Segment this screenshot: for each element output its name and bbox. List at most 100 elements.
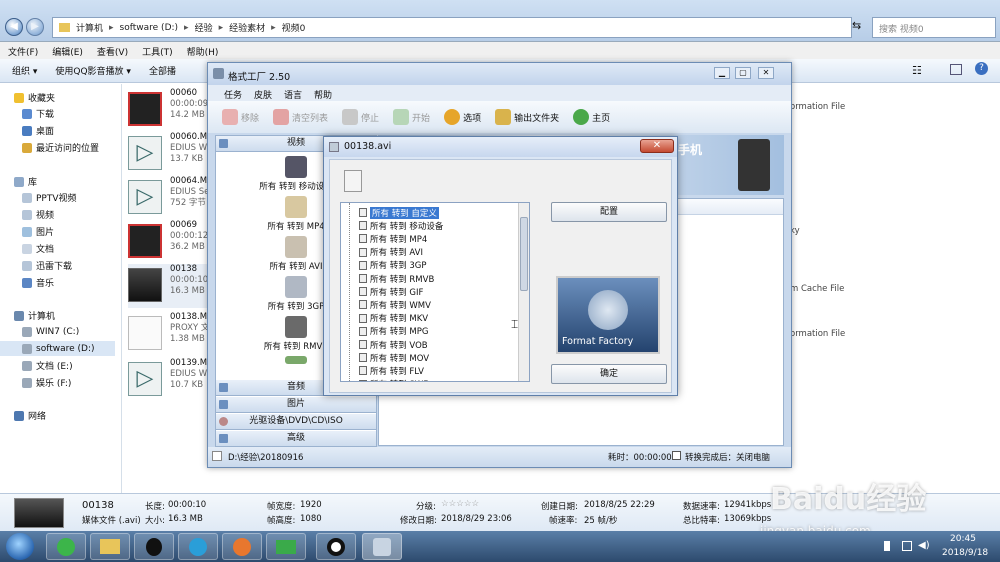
taskbar-recorder[interactable]	[316, 533, 356, 560]
sidebar-item-music[interactable]: 音乐	[22, 275, 54, 290]
options-button[interactable]: 选项	[444, 109, 481, 125]
format-item[interactable]: 所有 转到 FLV	[359, 364, 426, 377]
menu-tools[interactable]: 工具(T)	[142, 45, 173, 58]
breadcrumb-computer[interactable]: 计算机	[76, 21, 103, 34]
sidebar-favorites[interactable]: 收藏夹	[14, 90, 55, 105]
menu-task[interactable]: 任务	[224, 88, 242, 101]
sidebar-drive-c[interactable]: WIN7 (C:)	[22, 324, 79, 339]
preview-pane-icon[interactable]	[950, 64, 962, 75]
format-item[interactable]: 所有 转到 MOV	[359, 351, 431, 364]
output-folder-button[interactable]: 输出文件夹	[495, 109, 559, 125]
refresh-icon[interactable]: ⇆	[852, 19, 861, 32]
format-checkbox[interactable]	[359, 326, 367, 336]
stop-button[interactable]: 停止	[342, 109, 379, 125]
back-button[interactable]: ◀	[5, 18, 23, 36]
search-input[interactable]: 搜索 视频0	[872, 17, 996, 38]
config-button[interactable]: 配置	[551, 202, 667, 222]
homepage-button[interactable]: 主页	[573, 109, 610, 125]
category-advanced[interactable]: 高级	[216, 431, 376, 447]
sidebar-item-desktop[interactable]: 桌面	[22, 123, 54, 138]
format-item[interactable]: 所有 转到 MP4	[359, 232, 429, 245]
breadcrumb-video0[interactable]: 视频0	[282, 21, 306, 34]
format-checkbox[interactable]	[359, 234, 367, 244]
format-checkbox[interactable]	[359, 366, 367, 376]
ok-button[interactable]: 确定	[551, 364, 667, 384]
format-item[interactable]: 所有 转到 GIF	[359, 285, 425, 298]
format-checkbox[interactable]	[359, 287, 367, 297]
category-picture[interactable]: 图片	[216, 397, 376, 413]
close-button[interactable]: ✕	[758, 67, 774, 79]
format-item[interactable]: 所有 转到 移动设备	[359, 219, 445, 232]
sidebar-library[interactable]: 库	[14, 174, 37, 189]
menu-file[interactable]: 文件(F)	[8, 45, 38, 58]
start-button[interactable]: 开始	[393, 109, 430, 125]
format-checkbox[interactable]	[359, 313, 367, 323]
taskbar-360-browser[interactable]	[46, 533, 86, 560]
taskbar-edius[interactable]	[266, 533, 306, 560]
start-button[interactable]	[6, 533, 34, 560]
format-item[interactable]: 所有 转到 WMV	[359, 298, 433, 311]
clear-list-button[interactable]: 清空列表	[273, 109, 328, 125]
help-icon[interactable]: ?	[975, 62, 988, 75]
format-checkbox[interactable]	[359, 221, 367, 231]
maximize-button[interactable]: ▢	[735, 67, 751, 79]
sidebar-network[interactable]: 网络	[14, 408, 46, 423]
menu-edit[interactable]: 编辑(E)	[52, 45, 83, 58]
taskbar-pptv[interactable]	[178, 533, 218, 560]
sidebar-drive-d[interactable]: software (D:)	[0, 341, 115, 356]
taskbar-firefox[interactable]	[222, 533, 262, 560]
format-checkbox[interactable]	[359, 379, 367, 381]
menu-view[interactable]: 查看(V)	[97, 45, 128, 58]
format-checkbox[interactable]	[359, 300, 367, 310]
taskbar-qq[interactable]	[134, 533, 174, 560]
format-item[interactable]: 所有 转到 自定义	[359, 206, 441, 219]
clock-date[interactable]: 2018/9/18	[942, 548, 988, 558]
format-checkbox[interactable]	[359, 340, 367, 349]
address-field[interactable]: 计算机 ▸ software (D:) ▸ 经验 ▸ 经验素材 ▸ 视频0	[52, 17, 852, 38]
battery-icon[interactable]	[884, 541, 890, 551]
remove-button[interactable]: 移除	[222, 109, 259, 125]
sidebar-item-downloads[interactable]: 下载	[22, 106, 54, 121]
sidebar-item-documents[interactable]: 文档	[22, 241, 54, 256]
forward-button[interactable]: ▶	[26, 18, 44, 36]
clock-time[interactable]: 20:45	[950, 534, 976, 544]
view-options-icon[interactable]: ☷	[912, 64, 922, 77]
sidebar-item-pictures[interactable]: 图片	[22, 224, 54, 239]
play-all-button[interactable]: 全部播	[149, 64, 176, 77]
format-item[interactable]: 所有 转到 MPG	[359, 325, 430, 338]
minimize-button[interactable]: ▁	[714, 67, 730, 79]
sidebar-computer[interactable]: 计算机	[14, 308, 55, 323]
format-item[interactable]: 所有 转到 3GP	[359, 259, 429, 272]
format-item[interactable]: 所有 转到 VOB	[359, 338, 430, 351]
format-item[interactable]: 所有 转到 RMVB	[359, 272, 436, 285]
sidebar-drive-f[interactable]: 娱乐 (F:)	[22, 375, 71, 390]
menu-language[interactable]: 语言	[284, 88, 302, 101]
scroll-thumb[interactable]	[520, 217, 528, 291]
format-item[interactable]: 所有 转到 MKV	[359, 312, 430, 325]
format-item[interactable]: 所有 转到 SWF	[359, 378, 430, 381]
format-checkbox[interactable]	[359, 260, 367, 270]
format-checkbox[interactable]	[359, 353, 367, 363]
volume-icon[interactable]: ◀)	[918, 540, 930, 551]
list-scrollbar[interactable]	[518, 203, 529, 381]
taskbar-explorer[interactable]	[90, 533, 130, 560]
sidebar-item-recent[interactable]: 最近访问的位置	[22, 140, 99, 155]
sidebar-item-videos[interactable]: 视频	[22, 207, 54, 222]
dialog-close-button[interactable]: ✕	[640, 139, 674, 153]
menu-skin[interactable]: 皮肤	[254, 88, 272, 101]
breadcrumb-jingyan[interactable]: 经验	[195, 21, 213, 34]
format-checkbox[interactable]	[359, 208, 367, 217]
shutdown-checkbox[interactable]	[672, 451, 681, 460]
sidebar-item-xunlei[interactable]: 迅雷下载	[22, 258, 72, 273]
breadcrumb-drive[interactable]: software (D:)	[120, 23, 179, 33]
menu-help[interactable]: 帮助	[314, 88, 332, 101]
play-with-qq-button[interactable]: 使用QQ影音播放 ▾	[55, 64, 131, 77]
breadcrumb-sucai[interactable]: 经验素材	[229, 21, 265, 34]
format-item[interactable]: 所有 转到 AVI	[359, 246, 425, 259]
menu-help[interactable]: 帮助(H)	[187, 45, 219, 58]
taskbar-format-factory[interactable]	[362, 533, 402, 560]
sidebar-drive-e[interactable]: 文档 (E:)	[22, 358, 73, 373]
format-checkbox[interactable]	[359, 274, 367, 283]
format-checkbox[interactable]	[359, 247, 367, 257]
category-disc[interactable]: 光驱设备\DVD\CD\ISO	[216, 414, 376, 430]
